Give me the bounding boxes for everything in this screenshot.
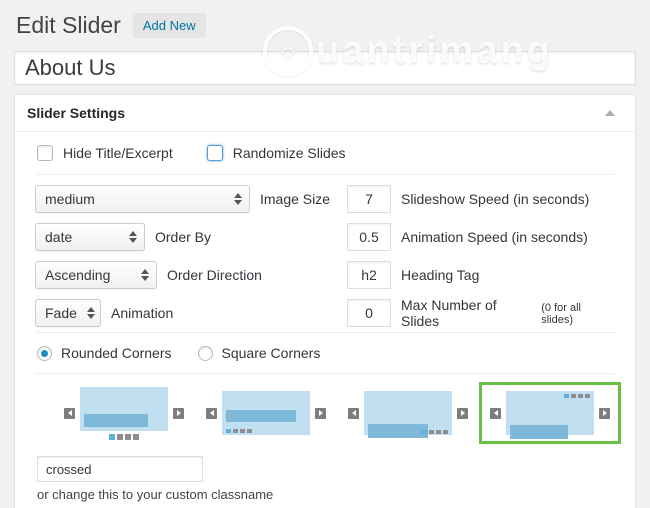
randomize-slides-label: Randomize Slides: [233, 145, 346, 161]
pagination-dots-icon: [109, 434, 139, 440]
hide-title-checkbox-group[interactable]: Hide Title/Excerpt: [37, 145, 173, 161]
max-slides-note: (0 for all slides): [541, 302, 615, 326]
order-by-select[interactable]: date: [35, 223, 145, 251]
randomize-slides-checkbox[interactable]: [207, 145, 223, 161]
stepper-icon: [77, 307, 95, 319]
animation-speed-input[interactable]: [347, 223, 391, 251]
order-by-value: date: [45, 229, 72, 245]
next-arrow-icon: [315, 408, 326, 419]
corners-radio-row: Rounded Corners Square Corners: [35, 333, 615, 373]
heading-tag-row: Heading Tag: [347, 256, 615, 294]
settings-grid: medium Image Size Slideshow Speed (in se…: [35, 175, 615, 332]
stepper-icon: [131, 269, 149, 281]
theme-3-preview: [364, 391, 452, 435]
edit-slider-page: Edit Slider Add New ☼ uantrimang Slider …: [0, 0, 650, 508]
slideshow-speed-row: Slideshow Speed (in seconds): [347, 180, 615, 218]
theme-4-preview: [506, 391, 594, 435]
hide-title-checkbox[interactable]: [37, 145, 53, 161]
slider-settings-panel: Slider Settings Hide Title/Excerpt Rando…: [14, 94, 636, 508]
animation-speed-label: Animation Speed (in seconds): [401, 229, 588, 245]
image-size-value: medium: [45, 191, 95, 207]
order-by-label: Order By: [155, 229, 211, 245]
prev-arrow-icon: [64, 408, 75, 419]
pagination-dots-icon: [564, 394, 590, 398]
collapse-toggle-icon[interactable]: [605, 110, 615, 116]
classname-section: or change this to your custom classname: [35, 448, 615, 504]
page-header: Edit Slider Add New: [0, 0, 650, 40]
order-direction-label: Order Direction: [167, 267, 262, 283]
animation-value: Fade: [45, 305, 77, 321]
randomize-slides-checkbox-group[interactable]: Randomize Slides: [207, 145, 346, 161]
add-new-button[interactable]: Add New: [133, 13, 206, 38]
next-arrow-icon: [173, 408, 184, 419]
classname-help-text: or change this to your custom classname: [37, 487, 615, 502]
max-slides-label: Max Number of Slides: [401, 297, 537, 329]
animation-speed-row: Animation Speed (in seconds): [347, 218, 615, 256]
panel-header[interactable]: Slider Settings: [15, 95, 635, 132]
image-size-row: medium Image Size: [35, 180, 347, 218]
image-size-select[interactable]: medium: [35, 185, 250, 213]
heading-tag-input[interactable]: [347, 261, 391, 289]
image-size-label: Image Size: [260, 191, 330, 207]
slider-theme-option-4[interactable]: [479, 382, 621, 444]
pagination-dots-icon: [226, 429, 252, 433]
slider-theme-option-2[interactable]: [195, 382, 337, 444]
prev-arrow-icon: [348, 408, 359, 419]
slideshow-speed-input[interactable]: [347, 185, 391, 213]
order-direction-value: Ascending: [45, 267, 110, 283]
max-slides-input[interactable]: [347, 299, 391, 327]
stepper-icon: [119, 231, 137, 243]
theme-thumbnails-row: [35, 374, 615, 448]
prev-arrow-icon: [206, 408, 217, 419]
animation-label: Animation: [111, 305, 173, 321]
square-corners-label: Square Corners: [222, 345, 321, 361]
custom-classname-input[interactable]: [37, 456, 203, 482]
slider-title-input[interactable]: [14, 51, 636, 85]
order-by-row: date Order By: [35, 218, 347, 256]
theme-2-preview: [222, 391, 310, 435]
order-direction-row: Ascending Order Direction: [35, 256, 347, 294]
animation-select[interactable]: Fade: [35, 299, 101, 327]
square-corners-radio-group[interactable]: Square Corners: [198, 345, 321, 361]
panel-title: Slider Settings: [27, 105, 125, 121]
pagination-dots-icon: [422, 430, 448, 434]
next-arrow-icon: [599, 408, 610, 419]
rounded-corners-label: Rounded Corners: [61, 345, 172, 361]
square-corners-radio[interactable]: [198, 346, 213, 361]
checkbox-row: Hide Title/Excerpt Randomize Slides: [35, 132, 615, 174]
max-slides-row: Max Number of Slides (0 for all slides): [347, 294, 615, 332]
next-arrow-icon: [457, 408, 468, 419]
stepper-icon: [224, 193, 242, 205]
hide-title-label: Hide Title/Excerpt: [63, 145, 173, 161]
heading-tag-label: Heading Tag: [401, 267, 479, 283]
rounded-corners-radio[interactable]: [37, 346, 52, 361]
theme-1-preview: [80, 387, 168, 431]
animation-row: Fade Animation: [35, 294, 347, 332]
panel-body: Hide Title/Excerpt Randomize Slides medi…: [15, 132, 635, 508]
rounded-corners-radio-group[interactable]: Rounded Corners: [37, 345, 172, 361]
page-title: Edit Slider: [16, 11, 121, 40]
slider-theme-option-1[interactable]: [53, 378, 195, 449]
prev-arrow-icon: [490, 408, 501, 419]
slideshow-speed-label: Slideshow Speed (in seconds): [401, 191, 589, 207]
slider-theme-option-3[interactable]: [337, 382, 479, 444]
order-direction-select[interactable]: Ascending: [35, 261, 157, 289]
